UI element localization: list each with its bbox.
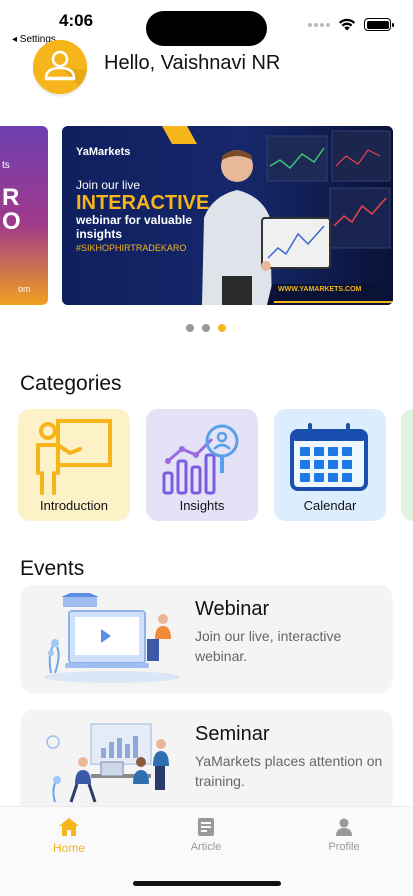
categories-title: Categories <box>20 372 122 395</box>
user-avatar-icon <box>33 40 87 94</box>
battery-icon <box>364 18 394 31</box>
tab-home[interactable]: Home <box>29 817 109 855</box>
status-icons <box>308 18 394 31</box>
tab-label: Profile <box>328 841 360 853</box>
tab-profile[interactable]: Profile <box>304 817 384 853</box>
status-time: 4:06 <box>59 11 94 30</box>
dynamic-island <box>146 11 267 46</box>
pager-dot-active[interactable] <box>218 324 226 332</box>
event-card-webinar[interactable]: Webinar Join our live, interactive webin… <box>21 585 392 692</box>
home-icon <box>59 818 79 836</box>
event-description: Join our live, interactive webinar. <box>195 628 342 664</box>
tab-label: Home <box>52 841 85 855</box>
avatar[interactable] <box>33 40 87 94</box>
banner-line-2: INTERACTIVE <box>76 192 210 214</box>
greeting-text: Hello, Vaishnavi NR <box>104 52 281 74</box>
webinar-illustration <box>44 593 180 683</box>
banner-previous-text-small: ts <box>2 160 10 171</box>
banner-previous-url: om <box>18 284 31 294</box>
events-title: Events <box>20 557 85 580</box>
event-description: YaMarkets places attention on training. <box>195 753 383 789</box>
banner-previous-text-big: RO <box>2 184 21 235</box>
banner-line-3: webinar for valuable insights <box>76 213 193 241</box>
category-label: Calendar <box>303 498 357 513</box>
profile-icon <box>336 818 352 836</box>
banner-hashtag: #SIKHOPHIRTRADEKARO <box>76 243 187 253</box>
tab-label: Article <box>190 841 222 853</box>
event-title: Webinar <box>195 598 270 620</box>
banner-line-1: Join our live <box>76 178 141 192</box>
home-indicator <box>133 881 281 886</box>
article-icon <box>198 818 214 836</box>
category-insights[interactable]: Insights <box>146 409 258 521</box>
event-title: Seminar <box>195 723 270 745</box>
carousel-pager <box>186 324 226 332</box>
category-label: Introduction <box>40 498 108 513</box>
cellular-dots-icon <box>308 22 330 27</box>
category-introduction[interactable]: Introduction <box>18 409 130 521</box>
category-label: Insights <box>179 498 225 513</box>
pager-dot[interactable] <box>186 324 194 332</box>
category-next-peek[interactable] <box>401 409 413 521</box>
banner-url: WWW.YAMARKETS.COM <box>278 286 362 293</box>
category-calendar[interactable]: Calendar <box>274 409 386 521</box>
banner-current[interactable]: YaMarkets Join our live INTERACTIVE webi… <box>62 126 393 305</box>
banner-logo: YaMarkets <box>76 146 131 158</box>
seminar-illustration <box>46 723 169 803</box>
event-card-seminar[interactable]: Seminar YaMarkets places attention on tr… <box>21 710 392 817</box>
pager-dot[interactable] <box>202 324 210 332</box>
wifi-icon <box>338 18 356 31</box>
tab-article[interactable]: Article <box>166 817 246 853</box>
banner-previous[interactable]: ts RO om <box>0 126 48 305</box>
